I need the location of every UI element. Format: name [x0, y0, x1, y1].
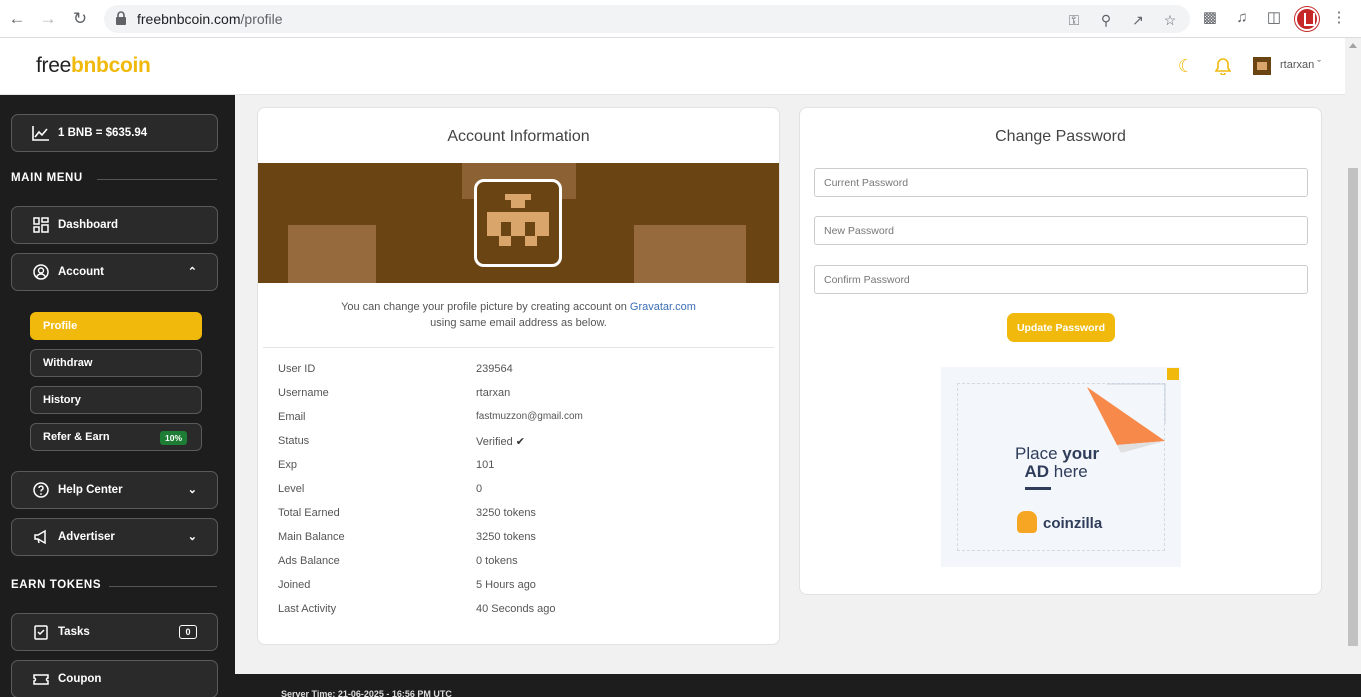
info-row-exp: Exp 101	[278, 459, 495, 471]
gravatar-link[interactable]: Gravatar.com	[630, 301, 696, 313]
info-row-level: Level 0	[278, 483, 483, 495]
withdraw-label: Withdraw	[43, 357, 93, 369]
ad-underline	[1025, 487, 1051, 490]
media-icon[interactable]: ♫	[1233, 9, 1251, 27]
clipboard-check-icon	[34, 625, 48, 640]
checkmark-icon: ✔	[515, 436, 525, 448]
gravatar-note: You can change your profile picture by c…	[341, 301, 696, 329]
megaphone-icon	[34, 529, 46, 545]
new-password-input[interactable]	[814, 216, 1308, 245]
sidebar-item-profile[interactable]: Profile	[30, 312, 202, 340]
sidebar-item-tasks[interactable]: Tasks 0	[11, 613, 218, 651]
coupon-label: Coupon	[58, 673, 102, 685]
refer-percent-badge: 10%	[159, 431, 187, 445]
profile-banner	[258, 163, 779, 283]
account-label: Account	[58, 266, 104, 278]
chevron-up-icon: ⌃	[187, 266, 197, 278]
advertiser-label: Advertiser	[58, 531, 115, 543]
chevron-down-icon: ⌄	[187, 484, 197, 496]
user-menu[interactable]: rtarxan ˇ	[1280, 59, 1321, 71]
history-label: History	[43, 394, 81, 406]
sidebar-item-coupon[interactable]: Coupon	[11, 660, 218, 697]
server-time: Server Time: 21-06-2025 - 16:56 PM UTC	[281, 689, 452, 697]
sidebar: 1 BNB = $635.94 MAIN MENU Dashboard Acco…	[0, 95, 235, 697]
profile-label: Profile	[43, 320, 78, 332]
change-password-title: Change Password	[995, 128, 1126, 145]
share-icon[interactable]: ↗	[1130, 12, 1146, 28]
coinzilla-mascot-icon	[1017, 511, 1037, 533]
scroll-up-icon[interactable]	[1349, 43, 1357, 48]
info-row-username: Username rtarxan	[278, 387, 511, 399]
sidebar-item-dashboard[interactable]: Dashboard	[11, 206, 218, 244]
address-bar[interactable]: freebnbcoin.com/profile ⚿ ⚲ ↗ ☆	[104, 5, 1190, 33]
coinzilla-brand: coinzilla	[1043, 515, 1103, 532]
side-panel-icon[interactable]: ◫	[1265, 9, 1283, 27]
browser-profile-icon[interactable]	[1295, 7, 1319, 31]
sidebar-item-help-center[interactable]: Help Center ⌄	[11, 471, 218, 509]
url-text: freebnbcoin.com/profile	[137, 11, 283, 27]
ticket-icon	[33, 674, 49, 685]
change-password-card: Change Password Update Password Place yo…	[799, 107, 1322, 595]
confirm-password-input[interactable]	[814, 265, 1308, 294]
menu-kebab-icon[interactable]: ⋮	[1330, 9, 1348, 27]
site-logo[interactable]: freebnbcoin	[36, 54, 151, 78]
sidebar-item-account[interactable]: Account ⌃	[11, 253, 218, 291]
bell-icon[interactable]	[1215, 57, 1231, 75]
help-circle-icon	[33, 482, 49, 498]
moon-icon[interactable]: ☾	[1176, 56, 1196, 76]
sidebar-item-refer-earn[interactable]: Refer & Earn 10%	[30, 423, 202, 451]
heading-divider	[97, 179, 217, 180]
forward-icon[interactable]: →	[38, 9, 58, 29]
heading-divider	[109, 586, 217, 587]
ad-place-text: Place your AD here	[1015, 444, 1100, 481]
reload-icon[interactable]: ↻	[70, 9, 90, 29]
browser-toolbar: ← → ↻ freebnbcoin.com/profile ⚿ ⚲ ↗ ☆ ▩ …	[0, 0, 1361, 38]
info-row-total-earned: Total Earned 3250 tokens	[278, 507, 536, 519]
dashboard-icon	[33, 217, 49, 233]
main-menu-heading: MAIN MENU	[11, 172, 83, 184]
sidebar-item-advertiser[interactable]: Advertiser ⌄	[11, 518, 218, 556]
info-row-joined: Joined 5 Hours ago	[278, 579, 536, 591]
tasks-label: Tasks	[58, 626, 90, 638]
user-avatar[interactable]	[1253, 57, 1271, 75]
info-row-ads-balance: Ads Balance 0 tokens	[278, 555, 518, 567]
info-row-main-balance: Main Balance 3250 tokens	[278, 531, 536, 543]
account-info-title: Account Information	[447, 128, 590, 145]
tasks-count-badge: 0	[179, 625, 197, 639]
ad-badge-icon[interactable]	[1167, 368, 1179, 380]
site-footer: Server Time: 21-06-2025 - 16:56 PM UTC	[235, 674, 1361, 697]
sidebar-item-withdraw[interactable]: Withdraw	[30, 349, 202, 377]
scrollbar-thumb[interactable]	[1348, 168, 1358, 646]
dashboard-label: Dashboard	[58, 219, 119, 231]
page-scrollbar[interactable]	[1345, 38, 1361, 674]
bookmark-star-icon[interactable]: ☆	[1162, 12, 1178, 28]
earn-tokens-heading: EARN TOKENS	[11, 579, 102, 591]
sidebar-item-history[interactable]: History	[30, 386, 202, 414]
info-row-email: Email fastmuzzon@gmail.com	[278, 411, 583, 423]
bnb-price-box: 1 BNB = $635.94	[11, 114, 218, 152]
help-center-label: Help Center	[58, 484, 123, 496]
extensions-icon[interactable]: ▩	[1201, 9, 1219, 27]
lock-icon	[116, 11, 126, 25]
info-row-status: Status Verified ✔	[278, 435, 525, 448]
profile-avatar	[474, 179, 562, 267]
chart-line-icon	[32, 126, 49, 141]
key-icon[interactable]: ⚿	[1066, 12, 1082, 28]
info-row-last-activity: Last Activity 40 Seconds ago	[278, 603, 556, 615]
account-info-card: Account Information You can change your …	[257, 107, 780, 645]
back-icon[interactable]: ←	[7, 9, 27, 29]
zoom-icon[interactable]: ⚲	[1098, 12, 1114, 28]
update-password-button[interactable]: Update Password	[1007, 313, 1115, 342]
ad-banner[interactable]: Place your AD here coinzilla	[941, 367, 1181, 567]
user-circle-icon	[33, 264, 49, 280]
site-header: freebnbcoin ☾ rtarxan ˇ	[0, 38, 1361, 95]
divider	[263, 347, 774, 348]
bnb-price-label: 1 BNB = $635.94	[58, 127, 148, 139]
current-password-input[interactable]	[814, 168, 1308, 197]
refer-earn-label: Refer & Earn	[43, 431, 110, 443]
chevron-down-icon: ⌄	[187, 531, 197, 543]
info-row-user-id: User ID 239564	[278, 363, 513, 375]
